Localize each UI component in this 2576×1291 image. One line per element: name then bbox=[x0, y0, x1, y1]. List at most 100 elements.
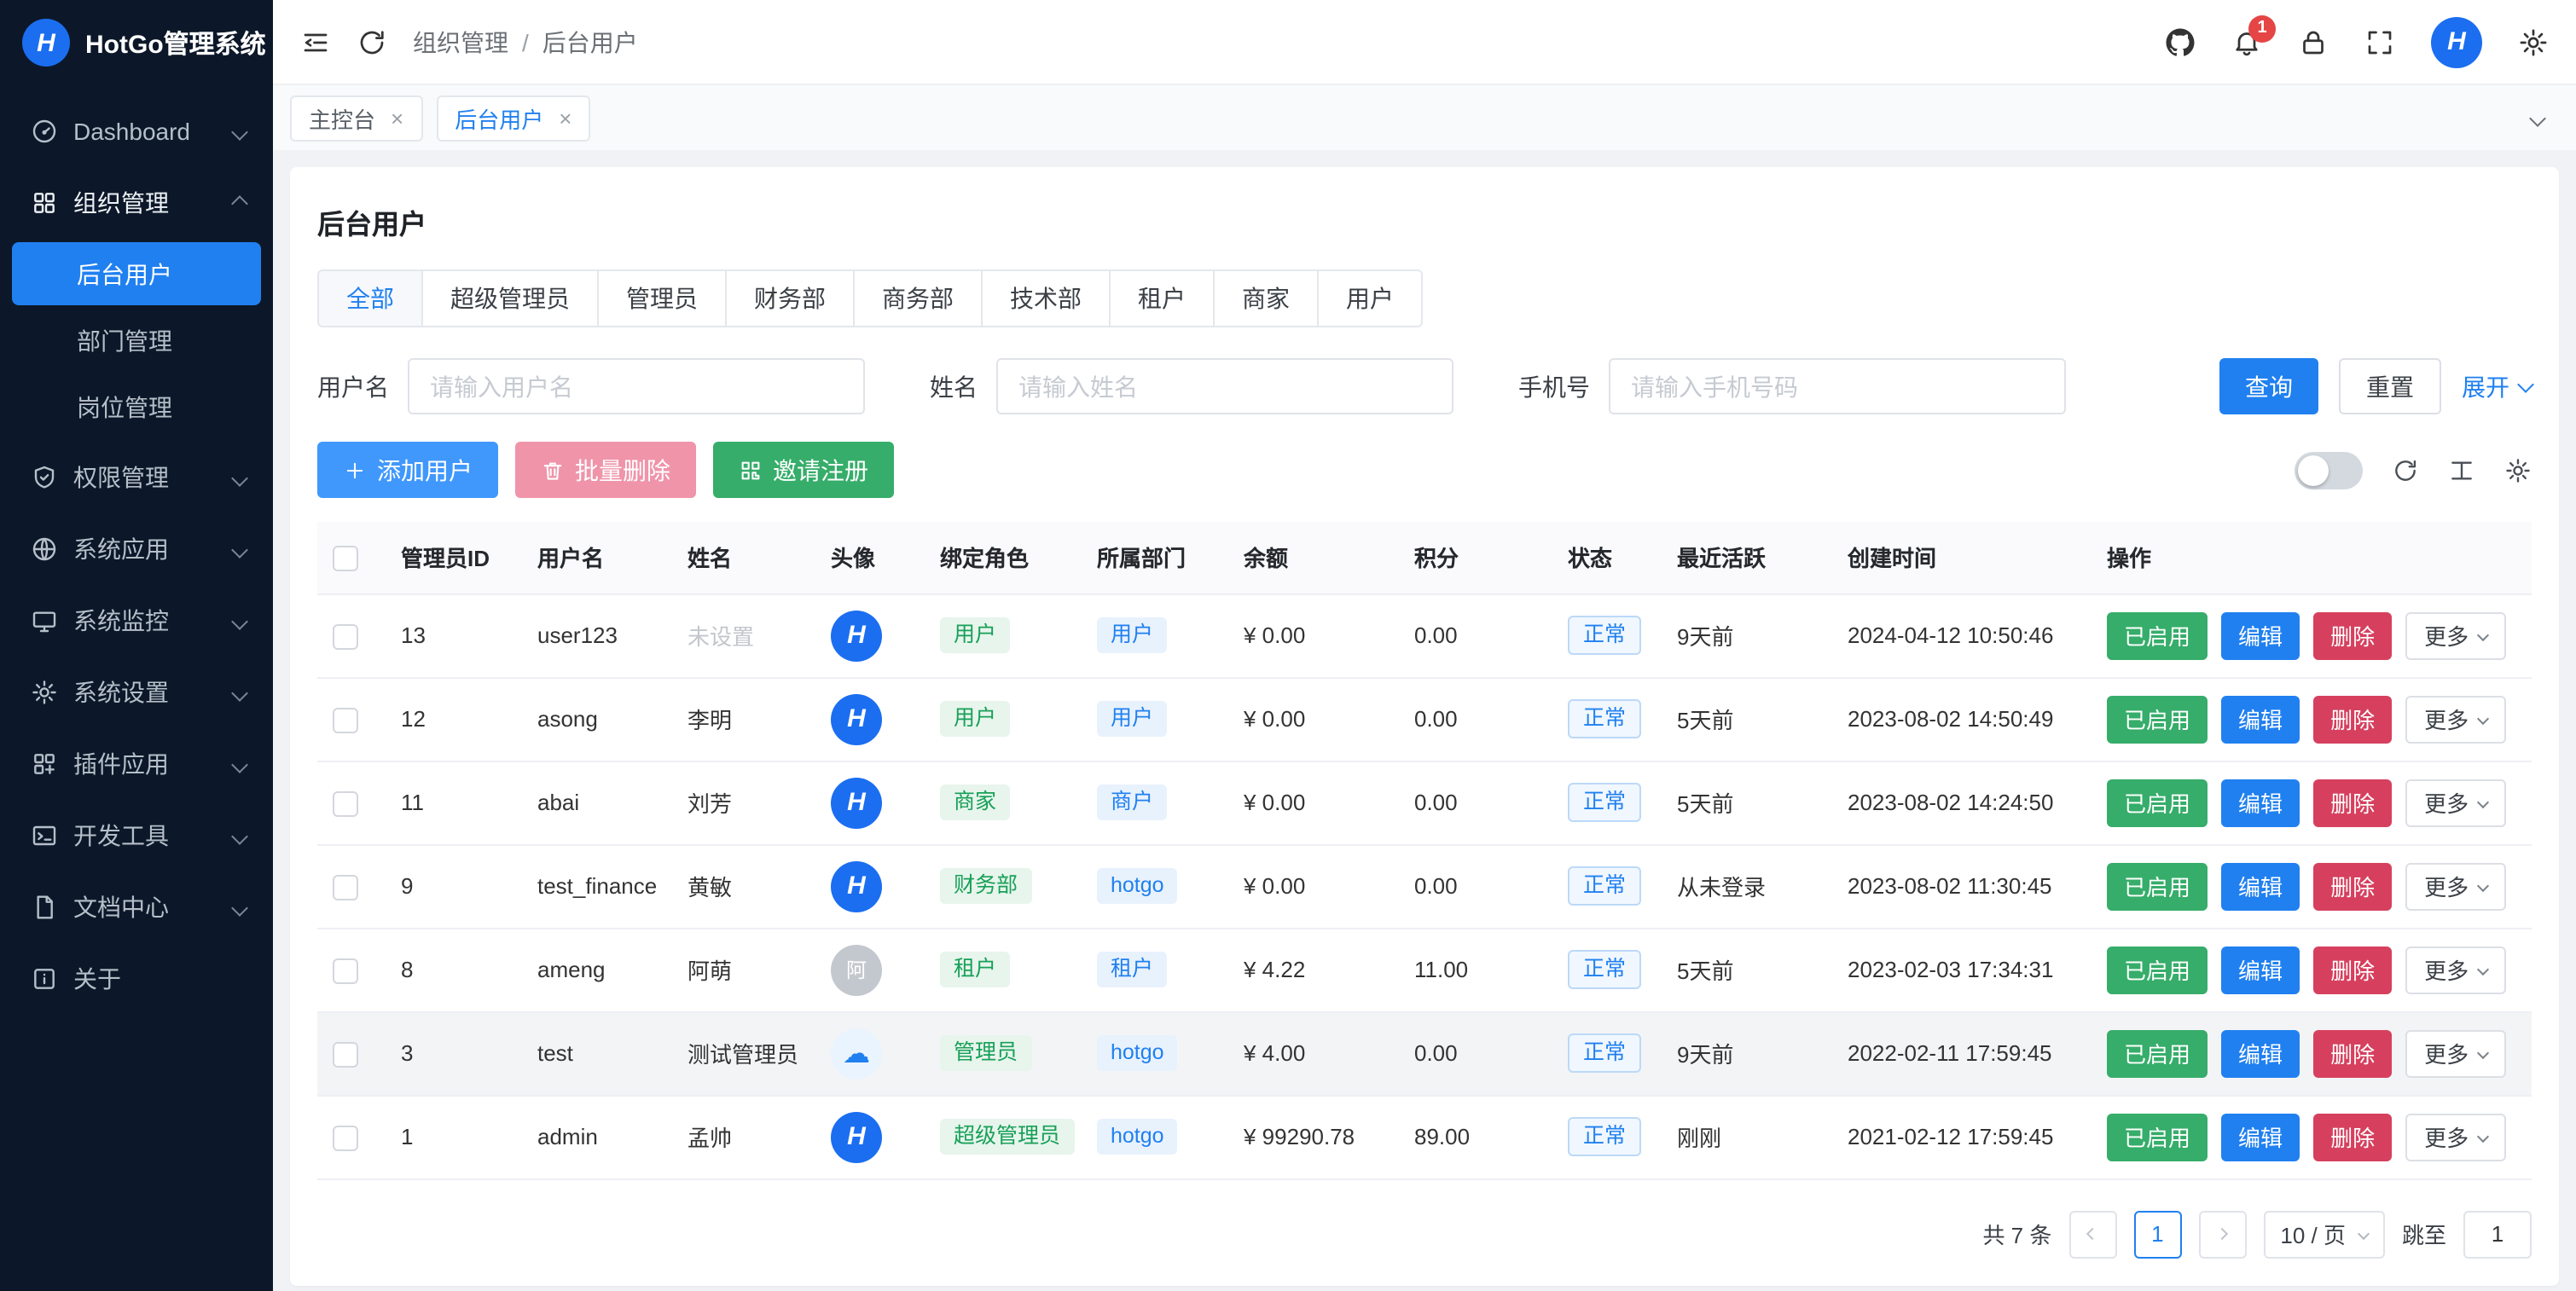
row-checkbox[interactable] bbox=[333, 874, 358, 900]
more-button[interactable]: 更多 bbox=[2405, 611, 2506, 659]
density-icon[interactable] bbox=[2448, 456, 2475, 483]
invite-register-button[interactable]: 邀请注册 bbox=[713, 442, 894, 498]
batch-delete-button[interactable]: 批量删除 bbox=[515, 442, 696, 498]
sidebar-item-permission[interactable]: 权限管理 bbox=[0, 442, 273, 513]
role-tab-4[interactable]: 商务部 bbox=[853, 269, 983, 327]
next-page-button[interactable] bbox=[2198, 1210, 2246, 1258]
more-button[interactable]: 更多 bbox=[2405, 695, 2506, 743]
edit-button[interactable]: 编辑 bbox=[2221, 1029, 2300, 1077]
row-checkbox[interactable] bbox=[333, 623, 358, 649]
edit-button[interactable]: 编辑 bbox=[2221, 1113, 2300, 1161]
breadcrumb-item[interactable]: 组织管理 bbox=[413, 25, 508, 59]
edit-button[interactable]: 编辑 bbox=[2221, 779, 2300, 826]
lock-screen-icon[interactable] bbox=[2298, 26, 2329, 57]
sidebar-subitem-positions[interactable]: 岗位管理 bbox=[12, 375, 261, 438]
table-body: 13user123未设置H用户用户¥ 0.000.00正常9天前2024-04-… bbox=[317, 593, 2532, 1178]
jump-input[interactable] bbox=[2463, 1210, 2532, 1258]
phone-input[interactable] bbox=[1609, 358, 2066, 414]
sidebar-item-dev-tools[interactable]: 开发工具 bbox=[0, 800, 273, 871]
more-button[interactable]: 更多 bbox=[2405, 862, 2506, 910]
cell-balance: ¥ 4.22 bbox=[1228, 928, 1399, 1011]
edit-button[interactable]: 编辑 bbox=[2221, 611, 2300, 659]
tab-chip-0[interactable]: 主控台× bbox=[290, 95, 422, 141]
reset-button[interactable]: 重置 bbox=[2339, 358, 2441, 414]
tab-list-dropdown[interactable] bbox=[2515, 96, 2559, 140]
role-tab-5[interactable]: 技术部 bbox=[981, 269, 1111, 327]
role-tab-6[interactable]: 租户 bbox=[1109, 269, 1215, 327]
github-icon[interactable] bbox=[2165, 26, 2196, 57]
enabled-button[interactable]: 已启用 bbox=[2107, 1113, 2208, 1161]
username-input[interactable] bbox=[408, 358, 865, 414]
delete-button[interactable]: 删除 bbox=[2313, 1113, 2392, 1161]
cell-balance: ¥ 0.00 bbox=[1228, 677, 1399, 761]
enabled-button[interactable]: 已启用 bbox=[2107, 611, 2208, 659]
delete-button[interactable]: 删除 bbox=[2313, 695, 2392, 743]
role-tab-8[interactable]: 用户 bbox=[1317, 269, 1423, 327]
delete-button[interactable]: 删除 bbox=[2313, 611, 2392, 659]
enabled-button[interactable]: 已启用 bbox=[2107, 779, 2208, 826]
striped-toggle[interactable] bbox=[2295, 451, 2363, 489]
app-logo[interactable]: H HotGo管理系统 bbox=[0, 0, 273, 85]
enabled-button[interactable]: 已启用 bbox=[2107, 695, 2208, 743]
more-button[interactable]: 更多 bbox=[2405, 946, 2506, 993]
menu-collapse-icon[interactable] bbox=[300, 26, 331, 57]
refresh-page-icon[interactable] bbox=[357, 26, 387, 57]
more-button[interactable]: 更多 bbox=[2405, 779, 2506, 826]
cell-username: user123 bbox=[522, 593, 672, 677]
edit-button[interactable]: 编辑 bbox=[2221, 946, 2300, 993]
notification-bell[interactable]: 1 bbox=[2231, 26, 2262, 57]
search-button[interactable]: 查询 bbox=[2219, 358, 2318, 414]
sidebar-item-dashboard[interactable]: Dashboard bbox=[0, 96, 273, 167]
enabled-button[interactable]: 已启用 bbox=[2107, 946, 2208, 993]
sidebar-item-plugins[interactable]: 插件应用 bbox=[0, 728, 273, 800]
sidebar-subitem-departments[interactable]: 部门管理 bbox=[12, 309, 261, 372]
name-input[interactable] bbox=[996, 358, 1453, 414]
expand-toggle[interactable]: 展开 bbox=[2462, 369, 2532, 403]
delete-button[interactable]: 删除 bbox=[2313, 862, 2392, 910]
chevron-down-icon bbox=[2477, 964, 2489, 975]
row-checkbox[interactable] bbox=[333, 790, 358, 816]
fullscreen-icon[interactable] bbox=[2364, 26, 2395, 57]
row-checkbox[interactable] bbox=[333, 1125, 358, 1150]
delete-button[interactable]: 删除 bbox=[2313, 1029, 2392, 1077]
tab-chip-1[interactable]: 后台用户× bbox=[436, 95, 590, 141]
more-button[interactable]: 更多 bbox=[2405, 1029, 2506, 1077]
select-all-checkbox[interactable] bbox=[333, 546, 358, 571]
role-tab-1[interactable]: 超级管理员 bbox=[421, 269, 599, 327]
sidebar-item-docs[interactable]: 文档中心 bbox=[0, 871, 273, 943]
user-avatar[interactable]: H bbox=[2431, 16, 2482, 67]
sidebar-item-about[interactable]: 关于 bbox=[0, 943, 273, 1015]
sidebar-subitem-backend-users[interactable]: 后台用户 bbox=[12, 242, 261, 305]
add-user-button[interactable]: 添加用户 bbox=[317, 442, 498, 498]
sidebar-item-system-setting[interactable]: 系统设置 bbox=[0, 657, 273, 728]
refresh-table-icon[interactable] bbox=[2392, 456, 2419, 483]
close-icon[interactable]: × bbox=[559, 107, 571, 129]
row-checkbox[interactable] bbox=[333, 958, 358, 983]
row-checkbox[interactable] bbox=[333, 707, 358, 732]
page-size-select[interactable]: 10 / 页 bbox=[2263, 1210, 2385, 1258]
edit-button[interactable]: 编辑 bbox=[2221, 695, 2300, 743]
enabled-button[interactable]: 已启用 bbox=[2107, 862, 2208, 910]
prev-page-button[interactable] bbox=[2068, 1210, 2116, 1258]
sidebar-item-system-monitor[interactable]: 系统监控 bbox=[0, 585, 273, 657]
role-tab-3[interactable]: 财务部 bbox=[725, 269, 855, 327]
cell-avatar: H bbox=[815, 1095, 925, 1178]
column-setting-gear-icon[interactable] bbox=[2504, 456, 2532, 483]
sidebar-item-organization[interactable]: 组织管理 bbox=[0, 167, 273, 239]
edit-button[interactable]: 编辑 bbox=[2221, 862, 2300, 910]
role-tab-0[interactable]: 全部 bbox=[317, 269, 423, 327]
close-icon[interactable]: × bbox=[391, 107, 403, 129]
more-button[interactable]: 更多 bbox=[2405, 1113, 2506, 1161]
role-tab-7[interactable]: 商家 bbox=[1213, 269, 1319, 327]
role-tab-2[interactable]: 管理员 bbox=[597, 269, 727, 327]
settings-gear-icon[interactable] bbox=[2518, 26, 2549, 57]
sidebar-item-system-app[interactable]: 系统应用 bbox=[0, 513, 273, 585]
cell-actions: 已启用编辑删除更多 bbox=[2092, 1011, 2532, 1095]
page-number-button[interactable]: 1 bbox=[2133, 1210, 2181, 1258]
jump-label: 跳至 bbox=[2402, 1218, 2446, 1250]
delete-button[interactable]: 删除 bbox=[2313, 779, 2392, 826]
enabled-button[interactable]: 已启用 bbox=[2107, 1029, 2208, 1077]
row-checkbox[interactable] bbox=[333, 1041, 358, 1067]
cell-dept: 用户 bbox=[1082, 677, 1228, 761]
delete-button[interactable]: 删除 bbox=[2313, 946, 2392, 993]
